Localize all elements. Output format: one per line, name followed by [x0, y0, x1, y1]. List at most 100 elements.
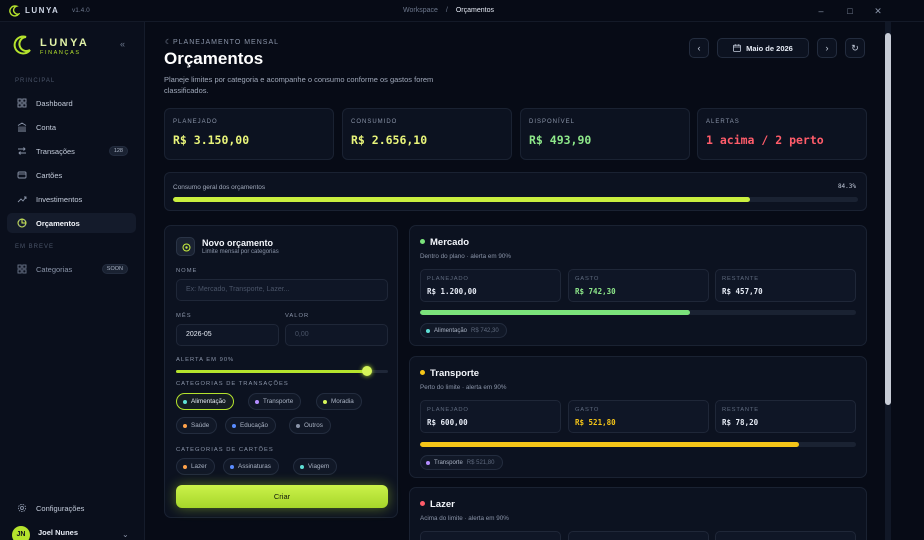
spent-label: GASTO [575, 276, 600, 282]
chevron-left-icon: ‹ [697, 43, 701, 53]
chip-label: Viagem [308, 463, 330, 470]
collapse-sidebar-icon[interactable]: « [120, 39, 125, 49]
chip-label: Transporte [263, 398, 294, 405]
overall-progress-fill [173, 197, 751, 202]
app-version: v1.4.0 [72, 7, 90, 14]
category-color-dot [323, 399, 327, 404]
title-bar: LUNYA v1.4.0 Workspace / Orçamentos – □ … [0, 0, 924, 22]
transactions-count-badge: 128 [108, 146, 128, 156]
sidebar-item-investimentos[interactable]: Investimentos [7, 189, 136, 209]
chip-alimentacao[interactable]: Alimentação [176, 393, 234, 410]
budget-card-lazer[interactable]: Lazer Acima do limite · alerta em 90% [409, 487, 867, 540]
chevron-right-icon: › [825, 43, 829, 53]
spent-value: R$ 742,30 [575, 287, 616, 296]
breadcrumb-workspace[interactable]: Workspace [403, 7, 438, 14]
planned-box: PLANEJADO R$ 600,00 [420, 400, 561, 433]
minimize-icon[interactable]: – [814, 4, 828, 18]
budget-name: Lazer [430, 499, 455, 510]
trend-icon [17, 196, 27, 203]
sidebar-item-orcamentos[interactable]: Orçamentos [7, 213, 136, 233]
budget-card-transporte[interactable]: Transporte Perto do limite · alerta em 9… [409, 356, 867, 478]
close-icon[interactable]: ✕ [871, 4, 885, 18]
budget-progress-track [420, 442, 856, 447]
sidebar-item-label: Investimentos [36, 195, 83, 204]
status-dot [420, 370, 425, 375]
chip-label: Moradia [331, 398, 354, 405]
sidebar-item-label: Transações [36, 147, 75, 156]
bank-icon [17, 122, 27, 132]
planned-box [420, 531, 561, 540]
next-month-button[interactable]: › [817, 38, 837, 58]
name-label: NOME [176, 268, 198, 274]
maximize-icon[interactable]: □ [843, 4, 857, 18]
chip-assinaturas[interactable]: Assinaturas [223, 458, 279, 475]
budget-name-input[interactable]: Ex: Mercado, Transporte, Lazer... [176, 279, 388, 301]
section-principal: PRINCIPAL [15, 78, 56, 84]
planned-value: R$ 1.200,00 [427, 287, 477, 296]
sidebar-item-cartoes[interactable]: Cartões [7, 165, 136, 185]
sidebar-item-conta[interactable]: Conta [7, 117, 136, 137]
value-input[interactable]: 0,00 [285, 324, 388, 346]
moon-logo-icon [13, 35, 31, 55]
category-color-dot [300, 464, 304, 469]
chip-saude[interactable]: Saúde [176, 417, 218, 434]
tag-label: Transporte [434, 459, 463, 466]
section-em-breve: EM BREVE [15, 244, 55, 250]
sidebar-item-dashboard[interactable]: Dashboard [7, 93, 136, 113]
left-box: RESTANTE R$ 457,70 [715, 269, 856, 302]
form-title: Novo orçamento [202, 238, 274, 248]
status-dot [420, 239, 425, 244]
prev-month-button[interactable]: ‹ [689, 38, 709, 58]
chip-transporte[interactable]: Transporte [248, 393, 302, 410]
card-categories-label: CATEGORIAS DE CARTÕES [176, 447, 274, 453]
breadcrumb-separator: / [445, 7, 448, 14]
soon-badge: SOON [101, 264, 128, 274]
page-eyebrow: ☾PLANEJAMENTO MENSAL [165, 38, 279, 46]
chip-outros[interactable]: Outros [289, 417, 331, 434]
month-input[interactable]: 2026-05 [176, 324, 279, 346]
chip-lazer[interactable]: Lazer [176, 458, 215, 475]
chevron-down-icon[interactable]: ⌄ [122, 530, 129, 539]
user-name: Joel Nunes [38, 528, 79, 537]
left-label: RESTANTE [722, 276, 759, 282]
calendar-icon [733, 44, 742, 52]
sidebar-item-label: Categorias [36, 265, 73, 274]
spent-box: GASTO R$ 521,80 [568, 400, 709, 433]
app-window: LUNYA v1.4.0 Workspace / Orçamentos – □ … [0, 0, 924, 540]
chip-moradia[interactable]: Moradia [316, 393, 362, 410]
left-value: R$ 78,20 [722, 418, 759, 427]
left-box [715, 531, 856, 540]
card-icon [17, 171, 27, 179]
budget-name: Mercado [430, 237, 470, 248]
month-selector-button[interactable]: Maio de 2026 [717, 38, 809, 58]
refresh-button[interactable]: ↻ [845, 38, 865, 58]
spent-box [568, 531, 709, 540]
budget-card-mercado[interactable]: Mercado Dentro do plano · alerta em 90% … [409, 225, 867, 346]
sidebar-item-configuracoes[interactable]: Configurações [7, 498, 136, 518]
sidebar-brand: LUNYA [40, 37, 90, 49]
sidebar-item-label: Orçamentos [36, 219, 80, 228]
moon-small-icon: ☾ [165, 39, 173, 46]
alert-slider-handle[interactable] [361, 366, 372, 376]
page-title: Orçamentos [164, 49, 264, 68]
scrollbar-thumb[interactable] [885, 33, 891, 405]
budget-progress-track [420, 310, 856, 315]
budget-status: Dentro do plano · alerta em 90% [420, 253, 512, 260]
overall-consumption: Consumo geral dos orçamentos 84.3% [164, 172, 867, 211]
budget-progress-fill [420, 310, 691, 315]
avatar[interactable]: JN [12, 526, 30, 540]
chip-label: Lazer [191, 463, 207, 470]
breadcrumb-current: Orçamentos [455, 7, 494, 14]
create-budget-button[interactable]: Criar [176, 485, 388, 508]
stat-planejado: PLANEJADO R$ 3.150,00 [164, 108, 334, 160]
overall-label: Consumo geral dos orçamentos [173, 184, 266, 191]
breadcrumb: Workspace / Orçamentos [403, 7, 494, 14]
alert-slider[interactable] [176, 366, 388, 376]
chip-educacao[interactable]: Educação [225, 417, 277, 434]
main-content: ☾PLANEJAMENTO MENSAL Orçamentos Planeje … [145, 22, 881, 540]
chip-viagem[interactable]: Viagem [293, 458, 338, 475]
gear-icon [17, 503, 27, 513]
sidebar-item-categorias[interactable]: Categorias SOON [7, 259, 136, 279]
form-subtitle: Limite mensal por categorias [202, 249, 279, 255]
sidebar-item-transacoes[interactable]: Transações 128 [7, 141, 136, 161]
